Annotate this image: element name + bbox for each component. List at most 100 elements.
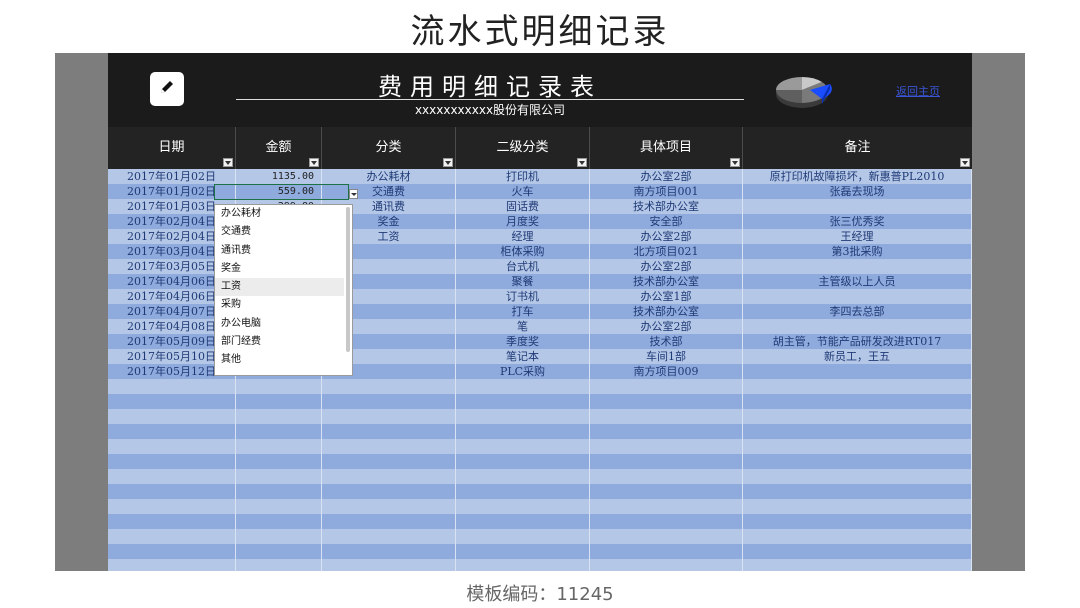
cell-item[interactable]	[590, 379, 743, 394]
cell-category[interactable]	[322, 529, 456, 544]
cell-subcategory[interactable]: 柜体采购	[456, 244, 590, 259]
cell-date[interactable]	[108, 394, 236, 409]
cell-subcategory[interactable]	[456, 514, 590, 529]
cell-note[interactable]	[743, 439, 972, 454]
cell-subcategory[interactable]: 聚餐	[456, 274, 590, 289]
cell-category[interactable]	[322, 454, 456, 469]
cell-item[interactable]	[590, 499, 743, 514]
cell-subcategory[interactable]: 固话费	[456, 199, 590, 214]
cell-note[interactable]	[743, 544, 972, 559]
cell-item[interactable]	[590, 454, 743, 469]
cell-category[interactable]	[322, 439, 456, 454]
cell-note[interactable]: 主管级以上人员	[743, 274, 972, 289]
cell-note[interactable]	[743, 559, 972, 571]
cell-item[interactable]: 车间1部	[590, 349, 743, 364]
cell-subcategory[interactable]	[456, 424, 590, 439]
cell-item[interactable]: 技术部	[590, 334, 743, 349]
cell-date[interactable]	[108, 514, 236, 529]
dropdown-option[interactable]: 办公耗材	[215, 205, 344, 223]
cell-category[interactable]	[322, 394, 456, 409]
cell-amount[interactable]	[236, 544, 322, 559]
cell-subcategory[interactable]	[456, 409, 590, 424]
cell-category[interactable]	[322, 484, 456, 499]
cell-subcategory[interactable]	[456, 529, 590, 544]
cell-date[interactable]	[108, 559, 236, 571]
cell-item[interactable]: 办公室2部	[590, 319, 743, 334]
cell-item[interactable]: 办公室1部	[590, 289, 743, 304]
cell-subcategory[interactable]: 火车	[456, 184, 590, 199]
cell-note[interactable]: 张磊去现场	[743, 184, 972, 199]
cell-subcategory[interactable]	[456, 544, 590, 559]
cell-item[interactable]	[590, 484, 743, 499]
cell-item[interactable]	[590, 544, 743, 559]
cell-category[interactable]	[322, 469, 456, 484]
cell-note[interactable]	[743, 454, 972, 469]
cell-amount[interactable]	[236, 394, 322, 409]
cell-note[interactable]	[743, 514, 972, 529]
cell-category[interactable]	[322, 409, 456, 424]
cell-note[interactable]	[743, 529, 972, 544]
dropdown-arrow-button[interactable]	[349, 189, 358, 199]
cell-subcategory[interactable]: 季度奖	[456, 334, 590, 349]
cell-category[interactable]	[322, 379, 456, 394]
cell-amount[interactable]	[236, 379, 322, 394]
cell-note[interactable]: 张三优秀奖	[743, 214, 972, 229]
cell-item[interactable]	[590, 529, 743, 544]
dropdown-option[interactable]: 奖金	[215, 260, 344, 278]
cell-note[interactable]: 王经理	[743, 229, 972, 244]
cell-note[interactable]: 原打印机故障损坏，新惠普PL2010	[743, 169, 972, 184]
cell-subcategory[interactable]	[456, 439, 590, 454]
cell-note[interactable]	[743, 289, 972, 304]
cell-date[interactable]	[108, 379, 236, 394]
cell-subcategory[interactable]	[456, 484, 590, 499]
dropdown-option[interactable]: 工资	[215, 278, 344, 297]
dropdown-option[interactable]: 交通费	[215, 223, 344, 241]
cell-date[interactable]	[108, 469, 236, 484]
cell-amount[interactable]	[236, 454, 322, 469]
filter-button[interactable]	[960, 158, 970, 167]
cell-item[interactable]: 技术部办公室	[590, 199, 743, 214]
cell-subcategory[interactable]: 订书机	[456, 289, 590, 304]
filter-button[interactable]	[577, 158, 587, 167]
cell-amount[interactable]	[236, 514, 322, 529]
cell-item[interactable]: 北方项目021	[590, 244, 743, 259]
cell-category[interactable]	[322, 514, 456, 529]
cell-item[interactable]	[590, 394, 743, 409]
dropdown-option[interactable]: 办公电脑	[215, 315, 344, 333]
cell-note[interactable]: 新员工，王五	[743, 349, 972, 364]
dropdown-option[interactable]: 采购	[215, 296, 344, 314]
cell-note[interactable]	[743, 469, 972, 484]
cell-date[interactable]: 2017年01月02日	[108, 169, 236, 184]
cell-amount[interactable]	[236, 529, 322, 544]
cell-amount[interactable]	[236, 559, 322, 571]
cell-category[interactable]: 办公耗材	[322, 169, 456, 184]
cell-note[interactable]: 李四去总部	[743, 304, 972, 319]
cell-date[interactable]	[108, 409, 236, 424]
cell-subcategory[interactable]	[456, 499, 590, 514]
cell-subcategory[interactable]: 笔记本	[456, 349, 590, 364]
cell-note[interactable]	[743, 394, 972, 409]
cell-date[interactable]	[108, 499, 236, 514]
cell-subcategory[interactable]	[456, 469, 590, 484]
cell-item[interactable]: 办公室2部	[590, 259, 743, 274]
cell-item[interactable]	[590, 424, 743, 439]
cell-date[interactable]	[108, 424, 236, 439]
cell-item[interactable]	[590, 559, 743, 571]
cell-item[interactable]	[590, 469, 743, 484]
cell-amount[interactable]: 1135.00	[236, 169, 322, 184]
cell-note[interactable]	[743, 364, 972, 379]
cell-amount[interactable]	[236, 424, 322, 439]
filter-button[interactable]	[223, 158, 233, 167]
dropdown-option[interactable]: 通讯费	[215, 242, 344, 260]
cell-subcategory[interactable]: 台式机	[456, 259, 590, 274]
cell-subcategory[interactable]	[456, 394, 590, 409]
cell-note[interactable]	[743, 424, 972, 439]
cell-note[interactable]	[743, 484, 972, 499]
cell-date[interactable]	[108, 544, 236, 559]
cell-subcategory[interactable]: PLC采购	[456, 364, 590, 379]
cell-subcategory[interactable]: 笔	[456, 319, 590, 334]
cell-category[interactable]	[322, 559, 456, 571]
cell-item[interactable]: 技术部办公室	[590, 304, 743, 319]
return-home-link[interactable]: 返回主页	[896, 83, 940, 99]
cell-subcategory[interactable]	[456, 559, 590, 571]
